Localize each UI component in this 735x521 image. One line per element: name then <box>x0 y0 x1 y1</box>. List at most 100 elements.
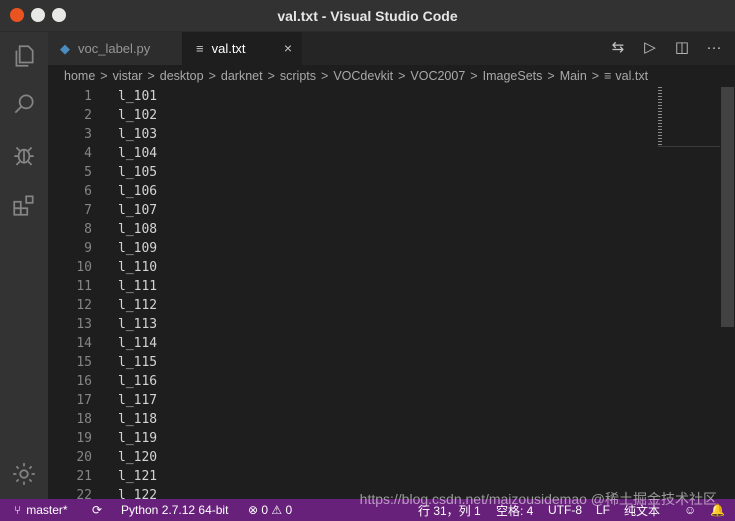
line-text: l_120 <box>118 450 158 465</box>
branch-icon: ⑂ <box>14 503 22 517</box>
chevron-right-icon: > <box>208 69 216 83</box>
text-file-icon: ≡ <box>196 41 204 56</box>
window-controls <box>10 8 66 22</box>
code-line[interactable]: 19 l_119 <box>48 429 648 448</box>
line-text: l_104 <box>118 146 158 161</box>
chevron-right-icon: > <box>470 69 478 83</box>
extensions-icon[interactable] <box>0 185 48 225</box>
title-bar: val.txt - Visual Studio Code <box>0 0 735 32</box>
debug-icon[interactable] <box>0 134 48 174</box>
line-number: 8 <box>84 222 92 237</box>
line-number: 11 <box>76 279 92 294</box>
run-icon[interactable]: ▷ <box>641 38 659 56</box>
code-line[interactable]: 13 l_113 <box>48 315 648 334</box>
code-line[interactable]: 18 l_118 <box>48 410 648 429</box>
sync-icon[interactable]: ⟳ <box>92 499 102 521</box>
breadcrumb-item[interactable]: desktop <box>160 69 204 83</box>
line-text: l_117 <box>118 393 158 408</box>
problems-indicator[interactable]: ⊗ 0 ⚠ 0 <box>248 499 292 521</box>
minimap-content <box>658 87 662 147</box>
code-line[interactable]: 9 l_109 <box>48 239 648 258</box>
code-line[interactable]: 5 l_105 <box>48 163 648 182</box>
code-line[interactable]: 6 l_106 <box>48 182 648 201</box>
text-file-icon: ≡ <box>604 69 612 83</box>
line-number: 7 <box>84 203 92 218</box>
code-line[interactable]: 1 l_101 <box>48 87 648 106</box>
breadcrumb-item[interactable]: darknet <box>221 69 263 83</box>
line-text: l_121 <box>118 469 158 484</box>
minimize-window-button[interactable] <box>31 8 45 22</box>
close-tab-icon[interactable]: × <box>284 40 292 56</box>
editor-scrollbar[interactable] <box>720 87 735 499</box>
line-number: 1 <box>84 89 92 104</box>
line-text: l_119 <box>118 431 158 446</box>
line-text: l_102 <box>118 108 158 123</box>
code-line[interactable]: 10 l_110 <box>48 258 648 277</box>
git-branch[interactable]: ⑂ master* <box>14 499 68 521</box>
breadcrumb-item[interactable]: Main <box>560 69 587 83</box>
window-title: val.txt - Visual Studio Code <box>277 7 458 24</box>
line-text: l_118 <box>118 412 158 427</box>
editor-tabs: ◆ voc_label.py ≡ val.txt × ⇆ ▷ ◫ ··· <box>48 32 735 65</box>
line-text: l_116 <box>118 374 158 389</box>
explorer-icon[interactable] <box>0 36 48 76</box>
line-text: l_114 <box>118 336 158 351</box>
minimap[interactable] <box>658 87 720 147</box>
close-window-button[interactable] <box>10 8 24 22</box>
tab-label: val.txt <box>211 41 246 56</box>
line-number: 6 <box>84 184 92 199</box>
code-line[interactable]: 20 l_120 <box>48 448 648 467</box>
settings-gear-icon[interactable] <box>0 454 48 494</box>
breadcrumb-item[interactable]: VOCdevkit <box>333 69 393 83</box>
code-line[interactable]: 15 l_115 <box>48 353 648 372</box>
code-line[interactable]: 3 l_103 <box>48 125 648 144</box>
line-number: 9 <box>84 241 92 256</box>
line-text: l_105 <box>118 165 158 180</box>
chevron-right-icon: > <box>591 69 600 83</box>
line-text: l_115 <box>118 355 158 370</box>
code-line[interactable]: 11 l_111 <box>48 277 648 296</box>
code-line[interactable]: 4 l_104 <box>48 144 648 163</box>
breadcrumb-file[interactable]: val.txt <box>615 69 648 83</box>
tab-voc-label-py[interactable]: ◆ voc_label.py <box>48 32 182 65</box>
chevron-right-icon: > <box>267 69 275 83</box>
tab-label: voc_label.py <box>78 41 151 56</box>
breadcrumb-item[interactable]: home <box>64 69 95 83</box>
line-text: l_110 <box>118 260 158 275</box>
branch-label: master* <box>26 503 68 517</box>
open-changes-icon[interactable]: ⇆ <box>609 38 627 56</box>
line-text: l_111 <box>118 279 158 294</box>
chevron-right-icon: > <box>147 69 155 83</box>
activity-bar <box>0 32 48 499</box>
code-line[interactable]: 12 l_112 <box>48 296 648 315</box>
code-line[interactable]: 7 l_107 <box>48 201 648 220</box>
code-editor[interactable]: 1 l_101 2 l_102 3 l_103 4 l_104 5 l_105 6 l_106 7 l_1… <box>48 87 720 499</box>
split-editor-icon[interactable]: ◫ <box>673 38 691 56</box>
line-number: 3 <box>84 127 92 142</box>
line-number: 5 <box>84 165 92 180</box>
line-number: 21 <box>76 469 92 484</box>
python-interpreter[interactable]: Python 2.7.12 64-bit <box>121 499 228 521</box>
breadcrumb-item[interactable]: VOC2007 <box>410 69 465 83</box>
chevron-right-icon: > <box>547 69 555 83</box>
code-line[interactable]: 14 l_114 <box>48 334 648 353</box>
code-line[interactable]: 2 l_102 <box>48 106 648 125</box>
breadcrumb-item[interactable]: ImageSets <box>483 69 543 83</box>
tab-val-txt[interactable]: ≡ val.txt × <box>182 32 302 65</box>
line-number: 12 <box>76 298 92 313</box>
scrollbar-thumb[interactable] <box>721 87 734 327</box>
code-line[interactable]: 8 l_108 <box>48 220 648 239</box>
more-actions-icon[interactable]: ··· <box>705 39 723 56</box>
line-text: l_101 <box>118 89 158 104</box>
search-icon[interactable] <box>0 84 48 124</box>
breadcrumb: home > vistar > desktop > darknet > scripts >… <box>48 65 735 87</box>
code-line[interactable]: 17 l_117 <box>48 391 648 410</box>
maximize-window-button[interactable] <box>52 8 66 22</box>
chevron-right-icon: > <box>100 69 108 83</box>
breadcrumb-item[interactable]: vistar <box>113 69 143 83</box>
line-text: l_108 <box>118 222 158 237</box>
code-line[interactable]: 16 l_116 <box>48 372 648 391</box>
line-number: 13 <box>76 317 92 332</box>
breadcrumb-item[interactable]: scripts <box>280 69 316 83</box>
code-line[interactable]: 21 l_121 <box>48 467 648 486</box>
